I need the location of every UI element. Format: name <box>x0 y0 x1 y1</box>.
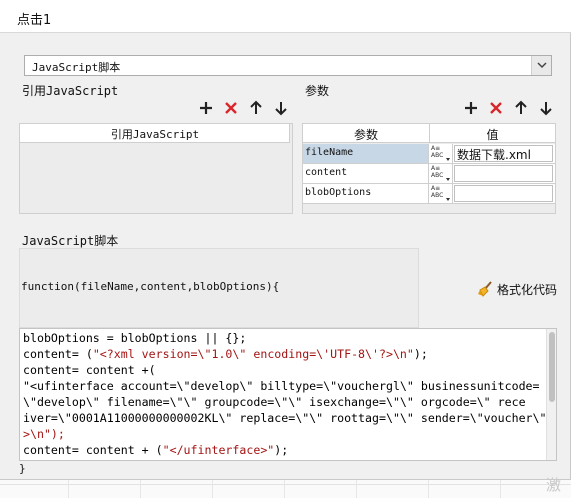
ref-js-column-label: 引用JavaScript <box>110 128 200 141</box>
add-param-icon[interactable] <box>463 100 479 116</box>
code-line: content= ("<?xml version=\"1.0\" encodin… <box>23 347 428 361</box>
format-code-label: 格式化代码 <box>497 283 558 297</box>
code-editor[interactable]: blobOptions = blobOptions || {}; content… <box>19 328 557 461</box>
param-row[interactable]: fileName A≡ ABC 数据下载.xml <box>303 144 555 164</box>
code-line: blobOptions = blobOptions || {}; <box>23 331 247 345</box>
move-down-icon[interactable] <box>273 100 289 116</box>
action-type-value: JavaScript脚本 <box>32 61 121 74</box>
param-name[interactable]: blobOptions <box>303 184 429 203</box>
add-icon[interactable] <box>198 100 214 116</box>
text-type-icon[interactable]: A≡ ABC <box>430 164 453 183</box>
delete-icon[interactable] <box>223 100 239 116</box>
scrollbar-thumb[interactable] <box>549 332 555 402</box>
code-line: \"develop\" filename=\"\" groupcode=\"\"… <box>23 395 526 409</box>
dialog-titlebar: 点击1 <box>0 0 571 33</box>
ref-js-column-header: 引用JavaScript <box>20 124 290 143</box>
ref-js-label: 引用JavaScript <box>22 84 119 98</box>
param-row[interactable]: blobOptions A≡ ABC <box>303 184 555 204</box>
param-value-input[interactable] <box>454 185 553 202</box>
param-name-header: 参数 <box>303 124 430 143</box>
text-type-icon[interactable]: A≡ ABC <box>430 144 453 163</box>
event-dialog: 点击1 JavaScript脚本 引用JavaScript 引用JavaScri… <box>0 0 571 480</box>
params-table: 参数 值 fileName A≡ ABC 数据下载.xml content A≡… <box>302 123 556 214</box>
function-signature: function(fileName,content,blobOptions){ <box>21 280 280 293</box>
action-type-select[interactable]: JavaScript脚本 <box>24 55 552 76</box>
param-row[interactable]: content A≡ ABC <box>303 164 555 184</box>
text-type-icon[interactable]: A≡ ABC <box>430 184 453 203</box>
param-value-header: 值 <box>430 124 555 143</box>
code-scrollbar[interactable] <box>546 329 556 460</box>
param-down-icon[interactable] <box>538 100 554 116</box>
move-up-icon[interactable] <box>248 100 264 116</box>
params-label: 参数 <box>305 84 330 98</box>
param-value-input[interactable]: 数据下载.xml <box>454 145 553 162</box>
function-closing-brace: } <box>19 462 26 475</box>
code-line: content= content +( <box>23 363 156 377</box>
dialog-title: 点击1 <box>17 13 52 28</box>
ref-js-table[interactable]: 引用JavaScript <box>19 123 293 214</box>
chevron-down-icon[interactable] <box>531 56 551 75</box>
function-signature-area: function(fileName,content,blobOptions){ <box>19 248 419 328</box>
code-line: >\n"); <box>23 427 65 441</box>
param-value-input[interactable] <box>454 165 553 182</box>
script-label: JavaScript脚本 <box>22 234 119 248</box>
param-name[interactable]: content <box>303 164 429 183</box>
code-line: iver=\"0001A11000000000002KL\" replace=\… <box>23 411 547 425</box>
code-line: content= content + ("</ufinterface>"); <box>23 443 289 457</box>
param-up-icon[interactable] <box>513 100 529 116</box>
activation-watermark: 激活 <box>546 476 562 498</box>
param-name[interactable]: fileName <box>303 144 429 163</box>
broom-icon <box>478 281 492 297</box>
code-line: "<ufinterface account=\"develop\" billty… <box>23 379 540 393</box>
delete-param-icon[interactable] <box>488 100 504 116</box>
